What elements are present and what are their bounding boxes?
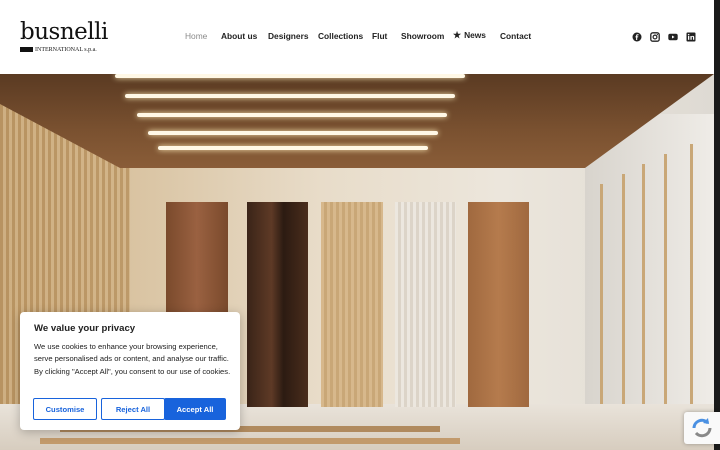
page: busnelli INTERNATIONAL s.p.a. Home About…	[0, 0, 720, 450]
hero-slat	[664, 154, 667, 414]
nav-flut[interactable]: Flut	[372, 31, 387, 41]
cookie-banner: We value your privacy We use cookies to …	[20, 312, 240, 430]
nav-showroom[interactable]: Showroom	[401, 31, 444, 41]
instagram-icon[interactable]	[650, 32, 660, 42]
recaptcha-badge[interactable]	[684, 412, 720, 444]
ceiling-light	[137, 113, 447, 117]
customise-button[interactable]: Customise	[33, 398, 97, 420]
nav-news[interactable]: ★ News	[453, 30, 486, 41]
ceiling-light	[115, 74, 465, 78]
wood-panel	[247, 202, 308, 407]
facebook-icon[interactable]	[632, 32, 642, 42]
star-icon: ★	[453, 30, 462, 40]
brand-name: busnelli	[20, 19, 108, 45]
nav-about-us[interactable]: About us	[221, 31, 257, 41]
hero-slat	[622, 174, 625, 414]
wood-panel	[395, 202, 456, 407]
cookie-title: We value your privacy	[34, 323, 136, 334]
nav-news-label: News	[464, 30, 486, 40]
hero-slat	[690, 144, 693, 414]
brand-logo[interactable]: busnelli INTERNATIONAL s.p.a.	[20, 20, 108, 56]
recaptcha-icon	[692, 418, 712, 438]
scrollbar[interactable]	[714, 0, 720, 450]
accept-all-button[interactable]: Accept All	[164, 398, 226, 420]
cookie-text: We use cookies to enhance your browsing …	[34, 342, 231, 376]
nav-collections[interactable]: Collections	[318, 31, 363, 41]
nav-designers[interactable]: Designers	[268, 31, 309, 41]
wood-panel	[468, 202, 529, 407]
youtube-icon[interactable]	[668, 32, 678, 42]
hero-slat	[642, 164, 645, 414]
wood-panel	[321, 202, 383, 407]
linkedin-icon[interactable]	[686, 32, 696, 42]
brand-subline: INTERNATIONAL s.p.a.	[35, 47, 97, 53]
nav-contact[interactable]: Contact	[500, 31, 531, 41]
nav-home[interactable]: Home	[185, 31, 207, 41]
hero-right-wall	[585, 114, 714, 450]
ceiling-light	[158, 146, 428, 150]
reject-all-button[interactable]: Reject All	[101, 398, 165, 420]
hero-slat	[600, 184, 603, 414]
site-header: busnelli INTERNATIONAL s.p.a. Home About…	[0, 0, 714, 74]
logo-mark	[20, 47, 33, 52]
ceiling-light	[148, 131, 438, 135]
ceiling-light	[125, 94, 455, 98]
floor-step	[40, 438, 460, 444]
